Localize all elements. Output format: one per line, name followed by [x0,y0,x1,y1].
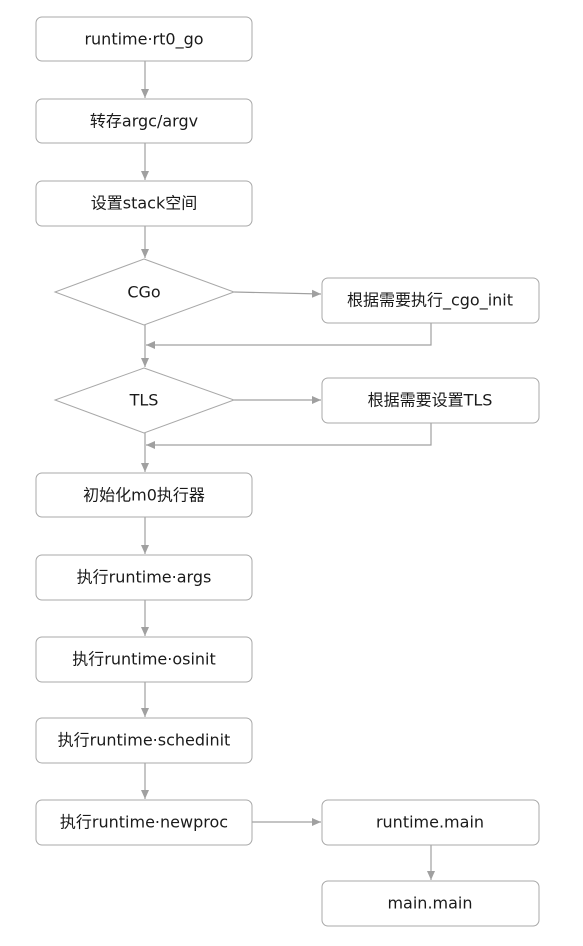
node-setup-stack: 设置stack空间 [35,180,253,227]
decision-tls-label: TLS [129,391,159,410]
node-init-m0-label: 初始化m0执行器 [83,486,205,505]
node-cgo-init-label: 根据需要执行_cgo_init [347,291,513,311]
node-main-main-label: main.main [387,894,472,913]
node-save-args-label: 转存argc/argv [90,112,198,131]
node-args: 执行runtime·args [35,554,253,601]
node-schedinit-label: 执行runtime·schedinit [58,731,231,750]
node-runtime-main: runtime.main [321,799,540,846]
node-init-m0: 初始化m0执行器 [35,472,253,518]
node-setup-tls-label: 根据需要设置TLS [368,391,493,410]
edge-cgo-to-cgoinit [233,289,322,298]
node-rt0-go: runtime·rt0_go [35,16,253,62]
decision-cgo-label: CGo [127,283,160,302]
node-save-args: 转存argc/argv [35,98,253,144]
node-main-main: main.main [321,880,540,927]
node-osinit-label: 执行runtime·osinit [72,650,216,669]
node-setup-tls: 根据需要设置TLS [321,377,540,424]
node-schedinit: 执行runtime·schedinit [35,717,253,764]
edge-setuptls-return [146,423,432,449]
node-newproc-label: 执行runtime·newproc [60,813,228,832]
node-rt0-go-label: runtime·rt0_go [84,30,203,50]
flowchart: runtime·rt0_go 转存argc/argv 设置stack空间 CGo… [35,16,540,927]
node-runtime-main-label: runtime.main [376,813,484,832]
node-setup-stack-label: 设置stack空间 [91,194,197,213]
edge-cgoinit-return [146,323,432,349]
node-newproc: 执行runtime·newproc [35,799,253,846]
decision-tls: TLS [53,367,236,434]
node-osinit: 执行runtime·osinit [35,636,253,683]
node-cgo-init: 根据需要执行_cgo_init [321,277,540,324]
decision-cgo: CGo [53,258,236,326]
node-args-label: 执行runtime·args [77,568,212,587]
